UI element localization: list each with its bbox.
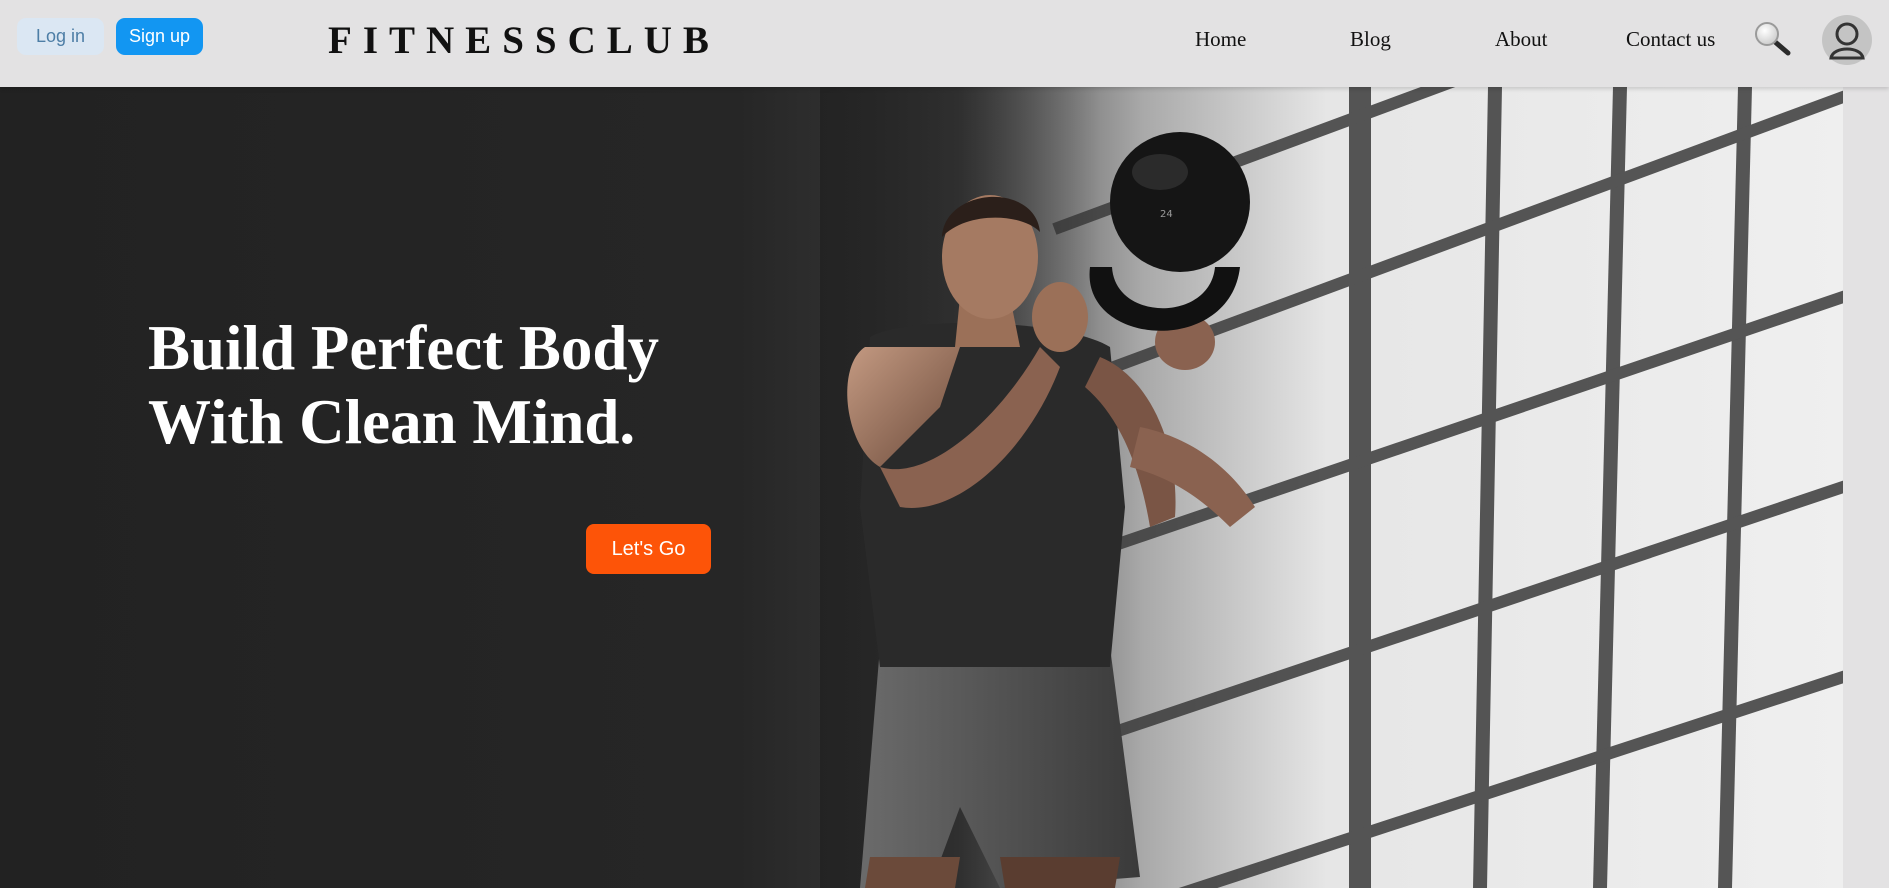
login-button[interactable]: Log in — [17, 18, 104, 55]
hero-title: Build Perfect Body With Clean Mind. — [148, 311, 768, 459]
search-icon[interactable] — [1752, 19, 1792, 59]
brand-logo-text[interactable]: FITNESSCLUB — [328, 16, 720, 66]
hero-photo: 24 — [820, 87, 1843, 888]
site-header: Log in Sign up FITNESSCLUB Home Blog Abo… — [0, 0, 1889, 87]
nav-contact[interactable]: Contact us — [1626, 22, 1715, 56]
hero-title-line2: With Clean Mind. — [148, 387, 636, 457]
nav-home[interactable]: Home — [1195, 22, 1246, 56]
lets-go-button[interactable]: Let's Go — [586, 524, 711, 574]
hero-title-line1: Build Perfect Body — [148, 313, 659, 383]
signup-button[interactable]: Sign up — [116, 18, 203, 55]
nav-about[interactable]: About — [1495, 22, 1548, 56]
hero-section: 24 Build Perfect Body With Clean Mind. L… — [0, 87, 1843, 888]
nav-blog[interactable]: Blog — [1350, 22, 1391, 56]
page-scroll-gutter — [1843, 87, 1889, 888]
svg-text:24: 24 — [1160, 209, 1173, 220]
user-avatar-icon[interactable] — [1821, 14, 1873, 66]
